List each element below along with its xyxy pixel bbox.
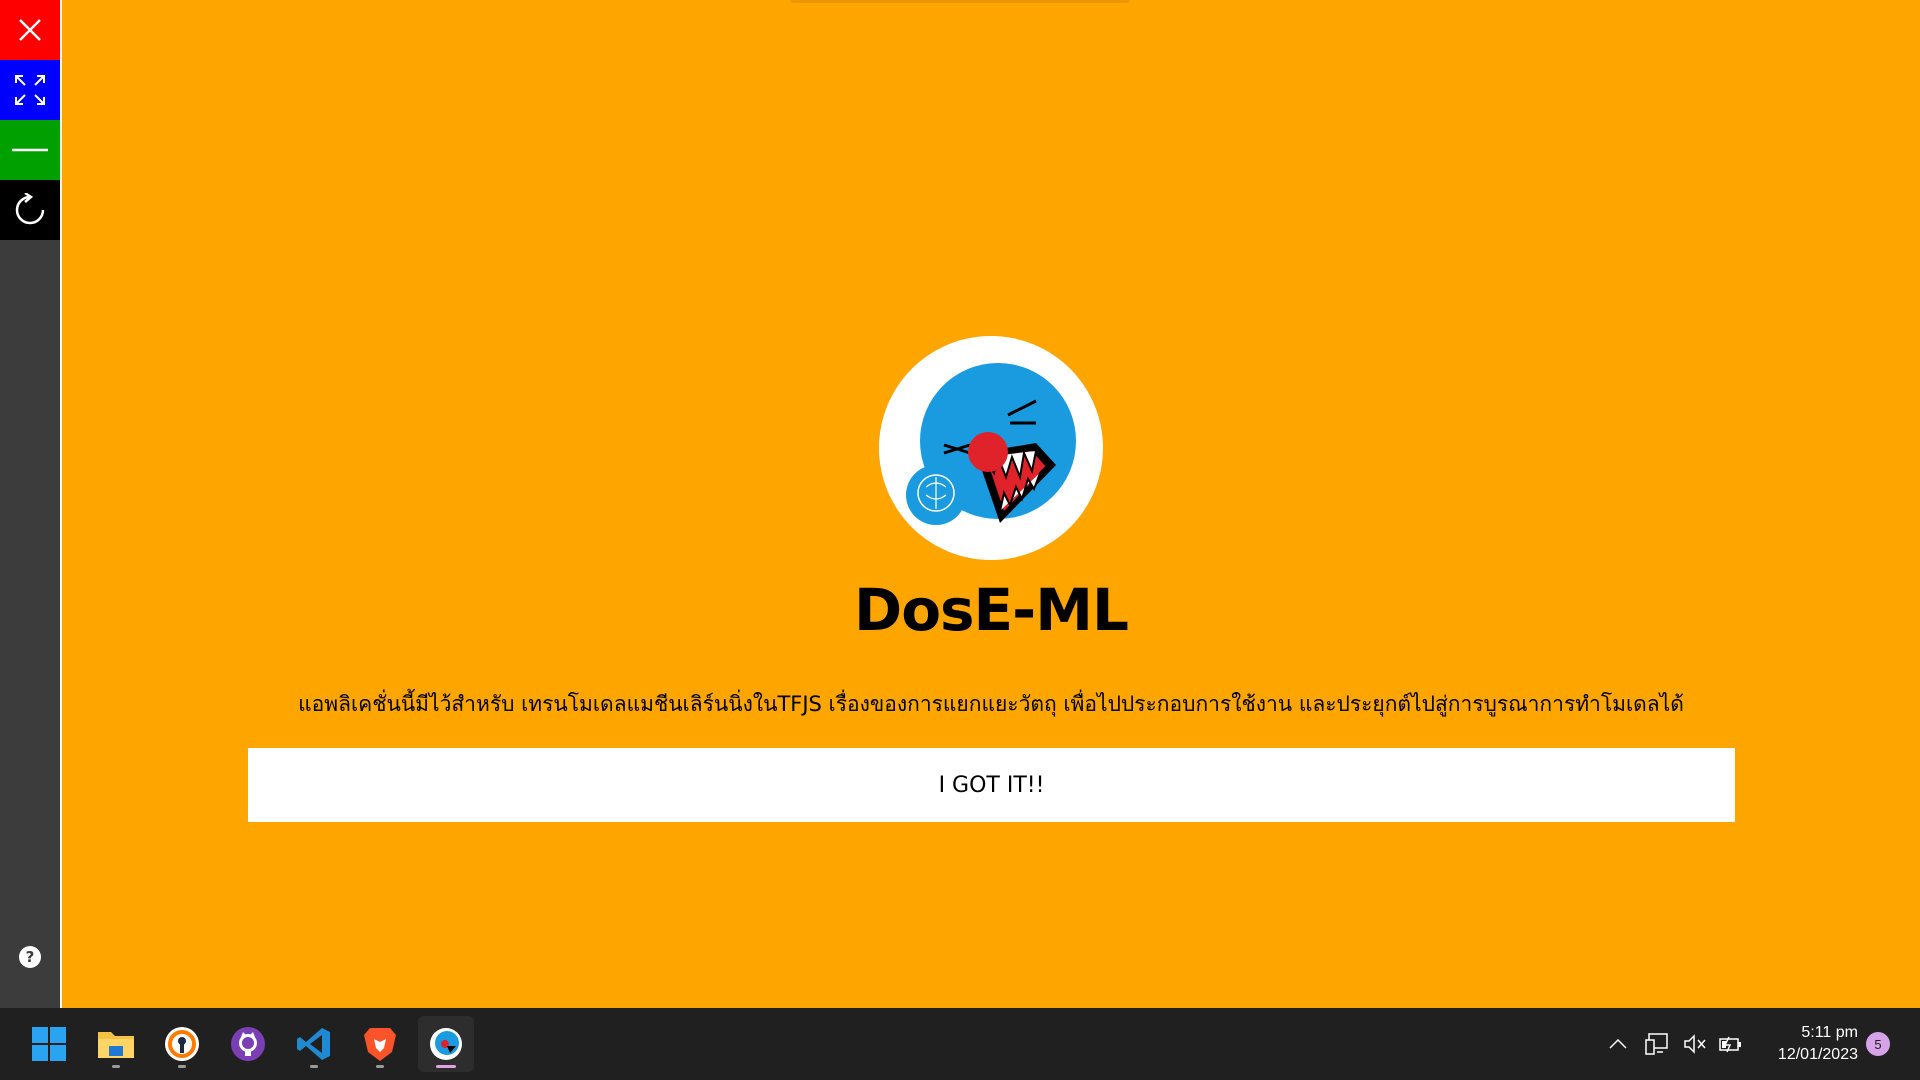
welcome-screen: DosE-ML แอพลิเคชั่นนี้มีไว้สำหรับ เทรนโม… [62, 0, 1920, 1008]
network-icon [1645, 1033, 1668, 1055]
show-hidden-icons-button[interactable] [1604, 1008, 1632, 1080]
reload-icon [15, 193, 45, 225]
minus-icon [12, 148, 48, 152]
running-indicator [178, 1065, 186, 1068]
taskbar-app-dose-ml[interactable] [418, 1016, 474, 1072]
got-it-button[interactable]: I GOT IT!! [248, 748, 1735, 822]
vscode-icon [297, 1028, 330, 1060]
running-indicator [310, 1065, 318, 1068]
reload-button[interactable] [0, 180, 60, 240]
running-indicator [436, 1065, 456, 1068]
close-button[interactable] [0, 0, 60, 60]
taskbar: 5:11 pm 12/01/2023 [0, 1008, 1920, 1080]
dose-ml-logo [906, 363, 1076, 525]
running-indicator [112, 1065, 120, 1068]
notification-badge[interactable]: 5 [1866, 1032, 1890, 1056]
windows-icon [32, 1027, 66, 1061]
network-button[interactable] [1642, 1008, 1672, 1080]
folder-icon [98, 1032, 134, 1058]
clock-time: 5:11 pm [1801, 1024, 1858, 1041]
clock-date: 12/01/2023 [1777, 1046, 1858, 1063]
dose-ml-icon [430, 1028, 462, 1060]
expand-arrows-icon [15, 75, 45, 105]
running-indicator [376, 1065, 384, 1068]
battery-button[interactable] [1716, 1008, 1746, 1080]
battery-icon [1719, 1036, 1741, 1053]
app-logo [879, 336, 1103, 560]
start-button[interactable] [21, 1016, 77, 1072]
taskbar-app-github-desktop[interactable] [220, 1016, 276, 1072]
chevron-up-icon [1609, 1039, 1627, 1049]
taskbar-app-keyhole[interactable] [154, 1016, 210, 1072]
help-button[interactable]: ? [19, 946, 41, 968]
github-icon [231, 1027, 265, 1061]
app-title: DosE-ML [854, 576, 1129, 644]
taskbar-app-vscode[interactable] [286, 1016, 342, 1072]
minimize-button[interactable] [0, 120, 60, 180]
maximize-button[interactable] [0, 60, 60, 120]
taskbar-app-file-explorer[interactable] [88, 1016, 144, 1072]
keyhole-icon [165, 1027, 199, 1061]
clock[interactable]: 5:11 pm 12/01/2023 [1758, 1022, 1858, 1066]
volume-button[interactable] [1680, 1008, 1710, 1080]
close-icon [19, 19, 41, 41]
app-description: แอพลิเคชั่นนี้มีไว้สำหรับ เทรนโมเดลแมชีน… [298, 692, 1684, 716]
brave-icon [364, 1028, 396, 1061]
taskbar-app-brave[interactable] [352, 1016, 408, 1072]
mute-icon [1684, 1034, 1706, 1054]
window-control-sidebar: ? [0, 0, 60, 1008]
